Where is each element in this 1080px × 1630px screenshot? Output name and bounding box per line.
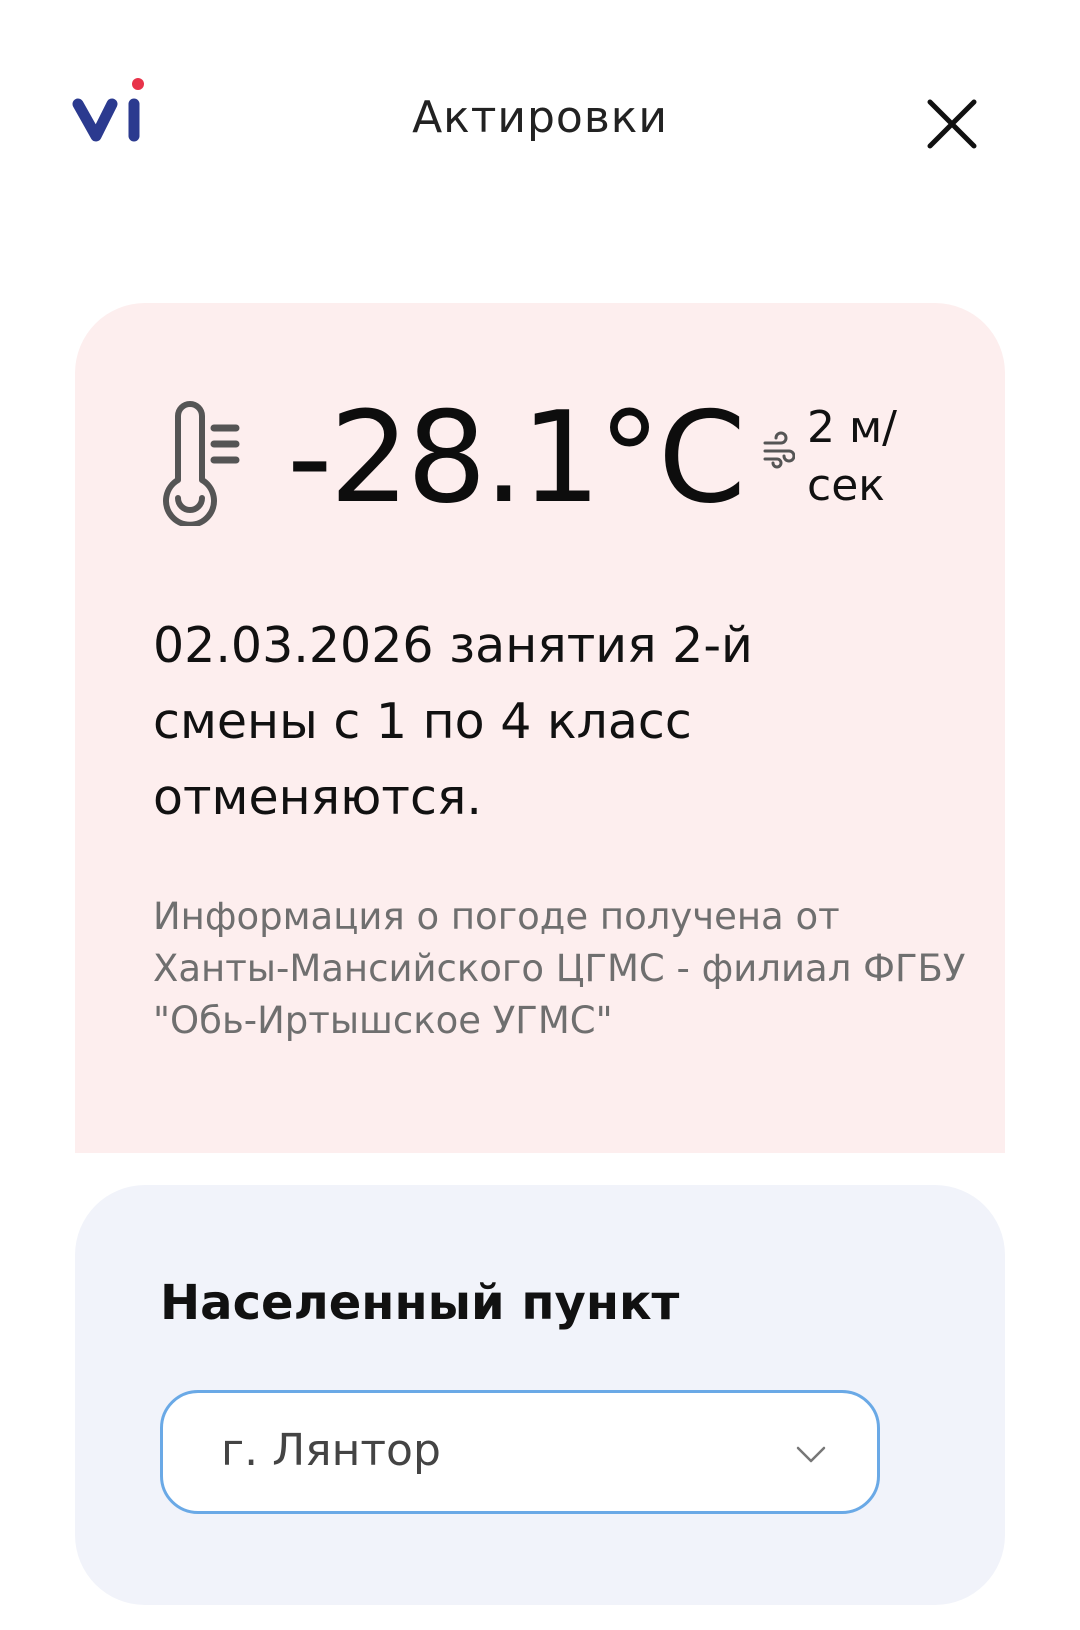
actirovka-alert: 02.03.2026 занятия 2-й смены с 1 по 4 кл… xyxy=(153,617,753,826)
location-select[interactable]: г. Лянтор xyxy=(160,1390,880,1514)
wind-speed: 2 м/сек xyxy=(807,402,897,511)
weather-source: Информация о погоде получена от Ханты-Ма… xyxy=(153,895,966,1042)
location-selected-value: г. Лянтор xyxy=(221,1425,441,1476)
chevron-down-icon xyxy=(796,1446,826,1463)
header: Актировки xyxy=(0,0,1080,250)
close-icon[interactable] xyxy=(924,96,980,152)
wind-icon xyxy=(763,431,795,469)
thermometer-icon xyxy=(163,401,240,526)
page-title: Актировки xyxy=(412,92,668,143)
weather-card: -28.1°C 2 м/сек 02.03.2026 занятия 2-й с… xyxy=(75,303,1005,1153)
location-label: Населенный пункт xyxy=(160,1275,680,1331)
location-card: Населенный пункт г. Лянтор xyxy=(75,1185,1005,1605)
temperature-value: -28.1°C xyxy=(287,384,746,531)
